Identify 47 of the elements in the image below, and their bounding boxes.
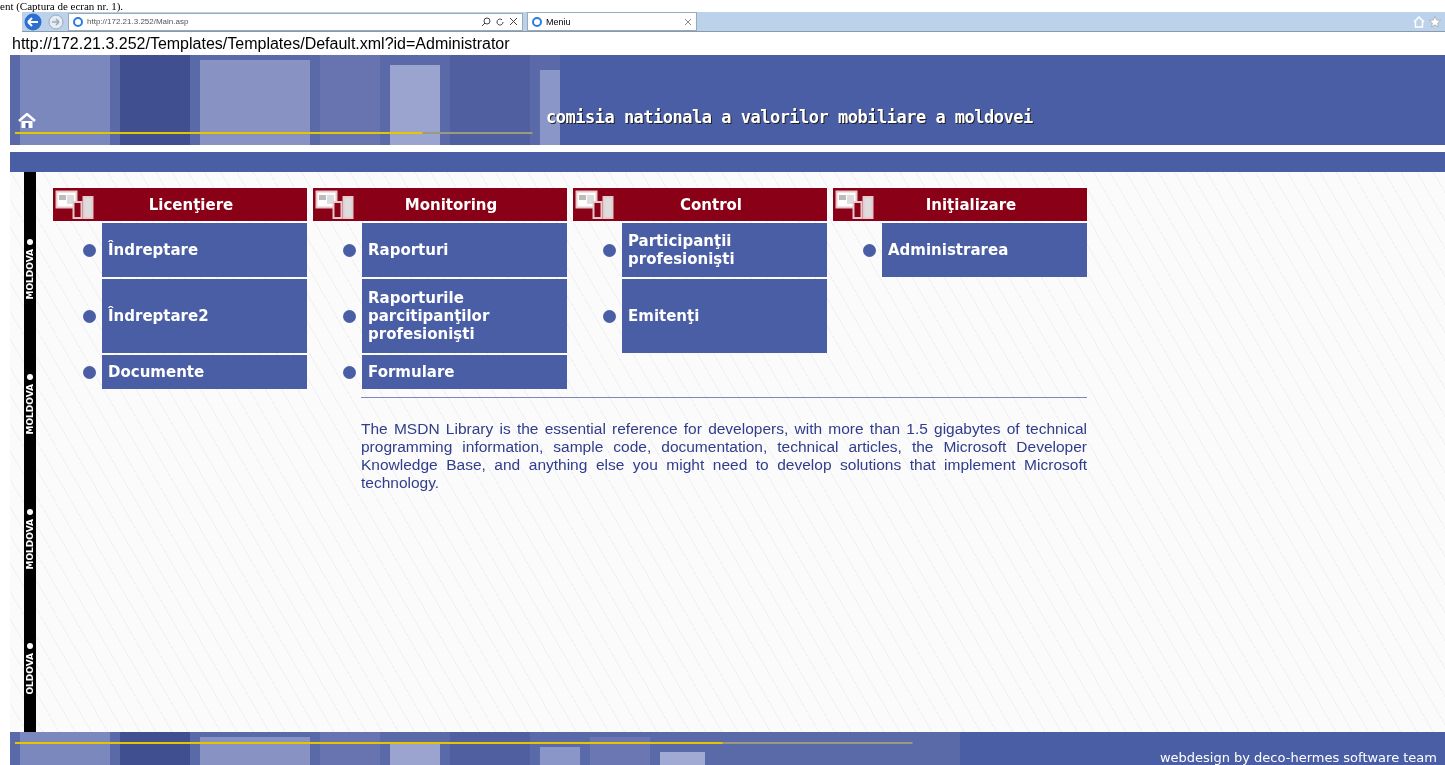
dot-icon <box>27 239 33 246</box>
strip-text: OLDOVA <box>25 653 35 695</box>
menu-item[interactable]: Formulare <box>362 355 567 389</box>
windows-icon <box>315 189 355 220</box>
menu-item[interactable]: Participanţii profesionişti <box>622 223 827 277</box>
back-icon[interactable] <box>22 12 44 31</box>
menu-header: Iniţializare <box>833 188 1087 221</box>
dot-icon <box>27 373 33 380</box>
bullet-icon <box>343 243 356 257</box>
windows-icon <box>55 189 95 220</box>
star-icon[interactable] <box>1429 15 1441 28</box>
close-icon[interactable] <box>509 17 518 26</box>
menu-header: Control <box>573 188 827 221</box>
menu-item[interactable]: Administrarea <box>882 223 1087 277</box>
bullet-icon <box>343 309 356 323</box>
strip-text: MOLDOVA <box>25 518 35 570</box>
menu-item[interactable]: Raporturile parcitipanţilor profesionişti <box>362 279 567 353</box>
dot-icon <box>27 508 33 515</box>
bullet-icon <box>83 365 96 379</box>
strip-text: MOLDOVA <box>25 383 35 435</box>
menu-item[interactable]: Emitenţi <box>622 279 827 353</box>
menu-header: Monitoring <box>313 188 567 221</box>
windows-icon <box>835 189 875 220</box>
site-title: comisia nationala a valorilor mobiliare a moldovei <box>546 107 1033 129</box>
menu-item[interactable]: Documente <box>102 355 307 389</box>
address-field[interactable]: http://172.21.3.252/Main.asp <box>68 12 523 31</box>
bullet-icon <box>83 243 96 257</box>
url-text: http://172.21.3.252/Templates/Templates/Default.xml?id=Administrator <box>11 34 511 54</box>
home-icon[interactable] <box>18 113 36 129</box>
bullet-icon <box>603 309 616 323</box>
menu-header: Licenţiere <box>53 188 307 221</box>
browser-tab[interactable]: Meniu <box>527 12 697 31</box>
caption-text: ent (Captura de ecran nr. 1). <box>0 0 125 12</box>
windows-icon <box>575 189 615 220</box>
menu-item[interactable]: Îndreptare2 <box>102 279 307 353</box>
bullet-icon <box>83 309 96 323</box>
dot-icon <box>27 643 33 650</box>
description-text: The MSDN Library is the essential reference for developers, with more than 1.5 gigabytes of technical programming information, sample code, documentation, technical articles, the Microsoft Developer Knowledge Base, and anything else you might need to develop solutions that implement Microsoft technology. <box>361 420 1087 492</box>
menu-item[interactable]: Îndreptare <box>102 223 307 277</box>
menu-item[interactable]: Raporturi <box>362 223 567 277</box>
bullet-icon <box>603 243 616 257</box>
credit-text: webdesign by deco-hermes software team <box>1159 750 1437 765</box>
search-icon[interactable] <box>481 16 491 27</box>
bullet-icon <box>863 243 876 257</box>
strip-text: MOLDOVA <box>25 249 35 300</box>
refresh-icon[interactable] <box>495 16 505 27</box>
bullet-icon <box>343 365 356 379</box>
